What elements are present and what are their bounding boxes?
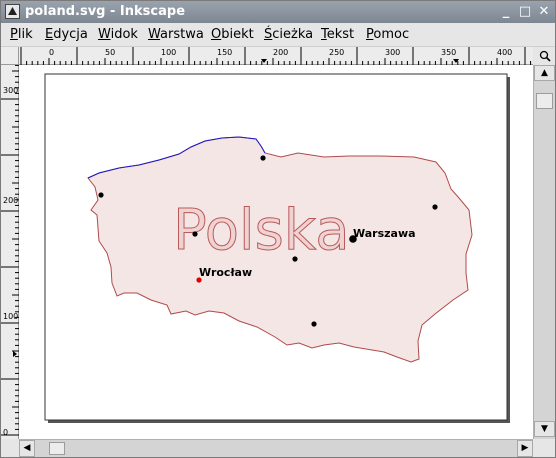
menu-object[interactable]: Obiekt bbox=[211, 27, 254, 42]
window-title: poland.svg - Inkscape bbox=[25, 4, 186, 19]
menu-edit[interactable]: Edycja bbox=[45, 27, 88, 42]
maximize-button[interactable]: □ bbox=[517, 4, 533, 20]
arrow-up-icon[interactable]: ▲ bbox=[534, 65, 555, 81]
ruler-label: 0 bbox=[49, 48, 54, 57]
ruler-label: 0 bbox=[3, 428, 8, 437]
menu-layer[interactable]: Warstwa bbox=[148, 27, 204, 42]
zoom-button[interactable] bbox=[534, 47, 555, 65]
arrow-down-icon[interactable]: ▼ bbox=[534, 421, 555, 437]
arrow-right-icon[interactable]: ▶ bbox=[517, 440, 533, 457]
ruler-label: 400 bbox=[497, 48, 512, 57]
ruler-label: 300 bbox=[3, 86, 18, 95]
city-label-warszawa[interactable]: Warszawa bbox=[353, 227, 416, 240]
city-marker[interactable] bbox=[98, 192, 104, 198]
city-label-wroclaw[interactable]: Wrocław bbox=[199, 266, 252, 279]
vertical-scroll-thumb[interactable] bbox=[536, 93, 553, 109]
ruler-label: 200 bbox=[3, 196, 18, 205]
city-marker[interactable] bbox=[260, 155, 266, 161]
inkscape-app-icon[interactable] bbox=[5, 4, 20, 19]
ruler-label: 100 bbox=[161, 48, 176, 57]
menu-bar: Plik Edycja Widok Warstwa Obiekt Ścieżka… bbox=[1, 23, 555, 47]
ruler-label: 250 bbox=[329, 48, 344, 57]
country-label[interactable]: Polska bbox=[173, 198, 351, 264]
ruler-corner bbox=[1, 47, 19, 65]
vertical-ruler[interactable]: 300 200 100 0 bbox=[1, 65, 19, 439]
menu-file[interactable]: Plik bbox=[10, 27, 33, 42]
inkscape-window: poland.svg - Inkscape _ □ ✕ Plik Edycja … bbox=[0, 0, 556, 458]
menu-help[interactable]: Pomoc bbox=[366, 27, 409, 42]
city-marker[interactable] bbox=[292, 256, 298, 262]
drawing-canvas[interactable]: Polska Warszawa Wrocław bbox=[19, 65, 533, 439]
horizontal-ruler[interactable]: 0 50 100 150 200 250 300 350 400 bbox=[19, 47, 533, 65]
vertical-scrollbar[interactable]: ▲ ▼ bbox=[533, 65, 555, 439]
title-bar[interactable]: poland.svg - Inkscape _ □ ✕ bbox=[1, 1, 555, 23]
ruler-label: 200 bbox=[273, 48, 288, 57]
city-marker[interactable] bbox=[432, 204, 438, 210]
ruler-label: 100 bbox=[3, 312, 18, 321]
ruler-label: 150 bbox=[217, 48, 232, 57]
menu-path[interactable]: Ścieżka bbox=[264, 27, 313, 42]
horizontal-scroll-thumb[interactable] bbox=[49, 442, 65, 455]
ruler-label: 350 bbox=[441, 48, 456, 57]
ruler-label: 50 bbox=[105, 48, 115, 57]
city-marker[interactable] bbox=[192, 231, 198, 237]
city-marker[interactable] bbox=[311, 321, 317, 327]
canvas-svg[interactable]: Polska Warszawa Wrocław bbox=[19, 65, 533, 439]
menu-view[interactable]: Widok bbox=[98, 27, 138, 42]
vertical-ruler-ticks: 300 200 100 0 bbox=[1, 65, 19, 437]
ruler-label: 300 bbox=[385, 48, 400, 57]
horizontal-ruler-ticks: 0 50 100 150 200 250 300 350 400 bbox=[20, 47, 532, 65]
menu-text[interactable]: Tekst bbox=[321, 27, 354, 42]
horizontal-scrollbar[interactable]: ◀ ▶ bbox=[19, 439, 533, 457]
minimize-button[interactable]: _ bbox=[498, 4, 514, 20]
close-button[interactable]: ✕ bbox=[536, 4, 552, 20]
magnifier-icon bbox=[539, 50, 551, 62]
scrollbar-corner bbox=[533, 439, 555, 457]
arrow-left-icon[interactable]: ◀ bbox=[19, 440, 35, 457]
